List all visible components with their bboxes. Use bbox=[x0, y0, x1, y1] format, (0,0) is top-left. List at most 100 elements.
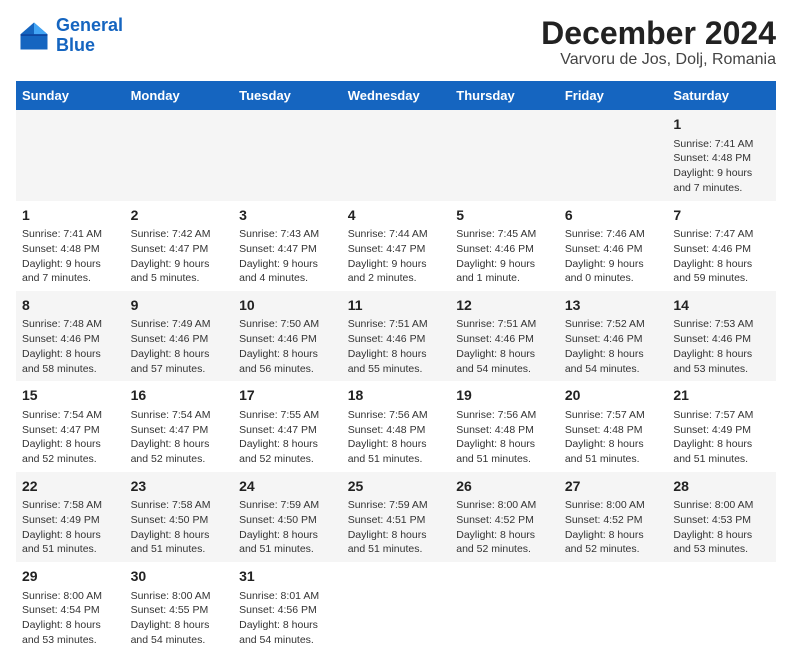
day-number: 1 bbox=[22, 206, 119, 226]
day-info: Sunrise: 7:59 AMSunset: 4:50 PMDaylight:… bbox=[239, 498, 336, 557]
calendar-week-row: 29Sunrise: 8:00 AMSunset: 4:54 PMDayligh… bbox=[16, 562, 776, 652]
table-row: 25Sunrise: 7:59 AMSunset: 4:51 PMDayligh… bbox=[342, 472, 451, 562]
table-row: 11Sunrise: 7:51 AMSunset: 4:46 PMDayligh… bbox=[342, 291, 451, 381]
day-info: Sunrise: 7:53 AMSunset: 4:46 PMDaylight:… bbox=[673, 317, 770, 376]
table-row: 5Sunrise: 7:45 AMSunset: 4:46 PMDaylight… bbox=[450, 201, 559, 291]
logo-icon bbox=[16, 18, 52, 54]
table-row: 20Sunrise: 7:57 AMSunset: 4:48 PMDayligh… bbox=[559, 381, 668, 471]
day-info: Sunrise: 7:59 AMSunset: 4:51 PMDaylight:… bbox=[348, 498, 445, 557]
day-number: 21 bbox=[673, 386, 770, 406]
day-info: Sunrise: 7:48 AMSunset: 4:46 PMDaylight:… bbox=[22, 317, 119, 376]
table-row: 30Sunrise: 8:00 AMSunset: 4:55 PMDayligh… bbox=[125, 562, 234, 652]
table-row bbox=[233, 110, 342, 200]
header-tuesday: Tuesday bbox=[233, 81, 342, 110]
logo-text: General Blue bbox=[56, 16, 123, 56]
header-saturday: Saturday bbox=[667, 81, 776, 110]
table-row: 7Sunrise: 7:47 AMSunset: 4:46 PMDaylight… bbox=[667, 201, 776, 291]
header-monday: Monday bbox=[125, 81, 234, 110]
day-info: Sunrise: 8:00 AMSunset: 4:55 PMDaylight:… bbox=[131, 589, 228, 648]
day-number: 25 bbox=[348, 477, 445, 497]
table-row bbox=[125, 110, 234, 200]
table-row: 1Sunrise: 7:41 AMSunset: 4:48 PMDaylight… bbox=[667, 110, 776, 200]
day-number: 1 bbox=[673, 115, 770, 135]
table-row: 21Sunrise: 7:57 AMSunset: 4:49 PMDayligh… bbox=[667, 381, 776, 471]
calendar-week-row: 22Sunrise: 7:58 AMSunset: 4:49 PMDayligh… bbox=[16, 472, 776, 562]
table-row: 13Sunrise: 7:52 AMSunset: 4:46 PMDayligh… bbox=[559, 291, 668, 381]
table-row: 1Sunrise: 7:41 AMSunset: 4:48 PMDaylight… bbox=[16, 201, 125, 291]
day-info: Sunrise: 7:56 AMSunset: 4:48 PMDaylight:… bbox=[456, 408, 553, 467]
table-row bbox=[342, 110, 451, 200]
table-row: 22Sunrise: 7:58 AMSunset: 4:49 PMDayligh… bbox=[16, 472, 125, 562]
table-row: 15Sunrise: 7:54 AMSunset: 4:47 PMDayligh… bbox=[16, 381, 125, 471]
table-row: 31Sunrise: 8:01 AMSunset: 4:56 PMDayligh… bbox=[233, 562, 342, 652]
day-number: 2 bbox=[131, 206, 228, 226]
calendar-table: Sunday Monday Tuesday Wednesday Thursday… bbox=[16, 81, 776, 652]
day-number: 30 bbox=[131, 567, 228, 587]
page-header: General Blue December 2024 Varvoru de Jo… bbox=[16, 16, 776, 69]
day-info: Sunrise: 7:54 AMSunset: 4:47 PMDaylight:… bbox=[22, 408, 119, 467]
day-number: 29 bbox=[22, 567, 119, 587]
day-info: Sunrise: 7:56 AMSunset: 4:48 PMDaylight:… bbox=[348, 408, 445, 467]
day-info: Sunrise: 7:45 AMSunset: 4:46 PMDaylight:… bbox=[456, 227, 553, 286]
day-number: 9 bbox=[131, 296, 228, 316]
header-sunday: Sunday bbox=[16, 81, 125, 110]
day-number: 4 bbox=[348, 206, 445, 226]
table-row: 12Sunrise: 7:51 AMSunset: 4:46 PMDayligh… bbox=[450, 291, 559, 381]
day-info: Sunrise: 7:46 AMSunset: 4:46 PMDaylight:… bbox=[565, 227, 662, 286]
header-wednesday: Wednesday bbox=[342, 81, 451, 110]
day-info: Sunrise: 7:42 AMSunset: 4:47 PMDaylight:… bbox=[131, 227, 228, 286]
table-row bbox=[559, 562, 668, 652]
table-row: 16Sunrise: 7:54 AMSunset: 4:47 PMDayligh… bbox=[125, 381, 234, 471]
day-info: Sunrise: 7:51 AMSunset: 4:46 PMDaylight:… bbox=[348, 317, 445, 376]
day-info: Sunrise: 7:41 AMSunset: 4:48 PMDaylight:… bbox=[22, 227, 119, 286]
calendar-week-row: 1Sunrise: 7:41 AMSunset: 4:48 PMDaylight… bbox=[16, 201, 776, 291]
day-number: 3 bbox=[239, 206, 336, 226]
table-row bbox=[667, 562, 776, 652]
table-row: 28Sunrise: 8:00 AMSunset: 4:53 PMDayligh… bbox=[667, 472, 776, 562]
day-info: Sunrise: 7:50 AMSunset: 4:46 PMDaylight:… bbox=[239, 317, 336, 376]
day-number: 31 bbox=[239, 567, 336, 587]
day-number: 14 bbox=[673, 296, 770, 316]
day-number: 22 bbox=[22, 477, 119, 497]
table-row: 17Sunrise: 7:55 AMSunset: 4:47 PMDayligh… bbox=[233, 381, 342, 471]
day-info: Sunrise: 8:00 AMSunset: 4:53 PMDaylight:… bbox=[673, 498, 770, 557]
table-row bbox=[559, 110, 668, 200]
day-number: 11 bbox=[348, 296, 445, 316]
day-number: 8 bbox=[22, 296, 119, 316]
day-info: Sunrise: 7:58 AMSunset: 4:50 PMDaylight:… bbox=[131, 498, 228, 557]
day-number: 13 bbox=[565, 296, 662, 316]
day-info: Sunrise: 7:51 AMSunset: 4:46 PMDaylight:… bbox=[456, 317, 553, 376]
day-number: 23 bbox=[131, 477, 228, 497]
table-row: 24Sunrise: 7:59 AMSunset: 4:50 PMDayligh… bbox=[233, 472, 342, 562]
day-number: 20 bbox=[565, 386, 662, 406]
table-row: 3Sunrise: 7:43 AMSunset: 4:47 PMDaylight… bbox=[233, 201, 342, 291]
calendar-week-row: 8Sunrise: 7:48 AMSunset: 4:46 PMDaylight… bbox=[16, 291, 776, 381]
table-row: 19Sunrise: 7:56 AMSunset: 4:48 PMDayligh… bbox=[450, 381, 559, 471]
header-thursday: Thursday bbox=[450, 81, 559, 110]
day-info: Sunrise: 7:58 AMSunset: 4:49 PMDaylight:… bbox=[22, 498, 119, 557]
logo-line2: Blue bbox=[56, 35, 95, 55]
day-info: Sunrise: 7:57 AMSunset: 4:49 PMDaylight:… bbox=[673, 408, 770, 467]
day-info: Sunrise: 7:49 AMSunset: 4:46 PMDaylight:… bbox=[131, 317, 228, 376]
day-number: 15 bbox=[22, 386, 119, 406]
day-number: 24 bbox=[239, 477, 336, 497]
day-info: Sunrise: 7:55 AMSunset: 4:47 PMDaylight:… bbox=[239, 408, 336, 467]
table-row: 8Sunrise: 7:48 AMSunset: 4:46 PMDaylight… bbox=[16, 291, 125, 381]
day-info: Sunrise: 8:00 AMSunset: 4:52 PMDaylight:… bbox=[565, 498, 662, 557]
day-info: Sunrise: 7:52 AMSunset: 4:46 PMDaylight:… bbox=[565, 317, 662, 376]
day-info: Sunrise: 7:41 AMSunset: 4:48 PMDaylight:… bbox=[673, 137, 770, 196]
day-number: 16 bbox=[131, 386, 228, 406]
day-number: 7 bbox=[673, 206, 770, 226]
page-subtitle: Varvoru de Jos, Dolj, Romania bbox=[541, 51, 776, 69]
day-info: Sunrise: 7:44 AMSunset: 4:47 PMDaylight:… bbox=[348, 227, 445, 286]
day-number: 6 bbox=[565, 206, 662, 226]
header-friday: Friday bbox=[559, 81, 668, 110]
day-info: Sunrise: 7:43 AMSunset: 4:47 PMDaylight:… bbox=[239, 227, 336, 286]
title-block: December 2024 Varvoru de Jos, Dolj, Roma… bbox=[541, 16, 776, 69]
calendar-week-row: 1Sunrise: 7:41 AMSunset: 4:48 PMDaylight… bbox=[16, 110, 776, 200]
day-number: 10 bbox=[239, 296, 336, 316]
logo: General Blue bbox=[16, 16, 123, 56]
table-row: 2Sunrise: 7:42 AMSunset: 4:47 PMDaylight… bbox=[125, 201, 234, 291]
day-number: 19 bbox=[456, 386, 553, 406]
table-row: 29Sunrise: 8:00 AMSunset: 4:54 PMDayligh… bbox=[16, 562, 125, 652]
